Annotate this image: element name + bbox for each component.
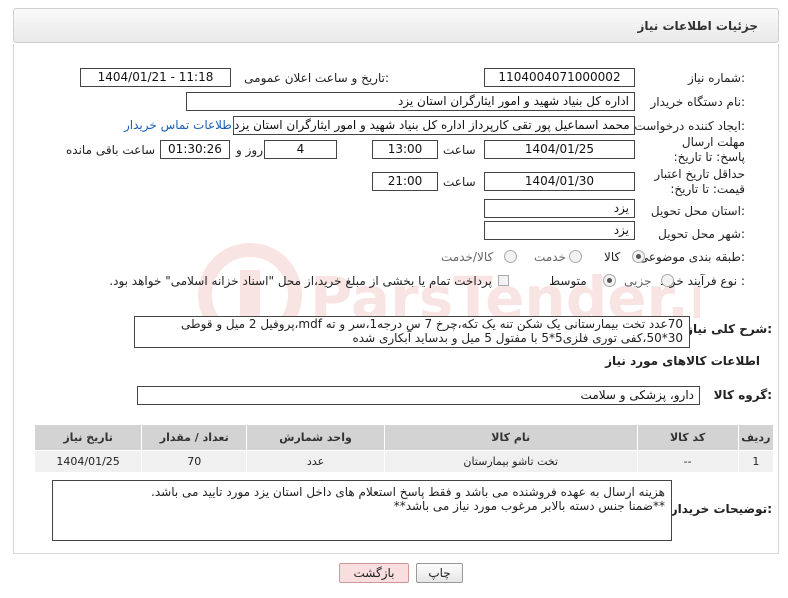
process-option-minor: جزیی (624, 274, 652, 288)
reply-deadline-label: مهلت ارسال پاسخ: تا تاریخ: (673, 135, 745, 164)
goods-group-field: دارو، پزشکی و سلامت (137, 386, 700, 405)
category-option-service: خدمت (534, 250, 566, 264)
page-title: جزئیات اطلاعات نیاز (637, 19, 758, 33)
buyer-notes-label: توضیحات خریدار: (670, 502, 772, 516)
remaining-time-field: 01:30:26 (160, 140, 230, 159)
treasury-checkbox[interactable] (498, 275, 509, 286)
cell-name: تخت تاشو بیمارستان (383, 450, 638, 473)
price-validity-date-field: 1404/01/30 (484, 172, 635, 191)
buyer-contact-link[interactable]: اطلاعات تماس خریدار (124, 118, 235, 132)
process-radio-medium[interactable] (603, 274, 616, 287)
buyer-org-label: نام دستگاه خریدار: (650, 95, 746, 109)
category-label: طبقه بندی موضوعی: (638, 250, 745, 264)
buyer-notes-line-1: هزینه ارسال به عهده فروشنده می باشد و فق… (151, 485, 665, 499)
description-line-1: 70عدد تخت بیمارستانی یک شکن تنه یک تکه،چ… (181, 317, 683, 331)
back-button[interactable]: بازگشت (339, 563, 409, 583)
announce-field: 1404/01/21 - 11:18 (80, 68, 231, 87)
cell-unit: عدد (246, 450, 385, 473)
buyer-org-field: اداره کل بنیاد شهید و امور ایثارگران است… (186, 92, 635, 111)
days-label: روز و (236, 143, 263, 157)
cell-row-number: 1 (737, 450, 775, 473)
price-validity-time-field: 21:00 (372, 172, 438, 191)
description-line-2: 30*50،کفی توری فلزی5*5 با مفتول 5 میل و … (352, 331, 684, 345)
price-validity-time-label: ساعت (443, 175, 476, 189)
col-header-name: نام کالا (383, 424, 638, 451)
buyer-notes-textarea[interactable]: هزینه ارسال به عهده فروشنده می باشد و فق… (52, 480, 672, 541)
remaining-time-label: ساعت باقی مانده (66, 143, 156, 157)
goods-section-title: اطلاعات کالاهای مورد نیاز (605, 354, 760, 368)
process-option-medium: متوسط (549, 274, 587, 288)
category-radio-both[interactable] (504, 250, 517, 263)
remaining-days-field: 4 (264, 140, 337, 159)
category-option-both: کالا/خدمت (441, 250, 494, 264)
col-header-code: کد کالا (636, 424, 739, 451)
category-radio-goods[interactable] (632, 250, 645, 263)
table-row: 1 -- تخت تاشو بیمارستان عدد 70 1404/01/2… (33, 450, 775, 473)
goods-group-label: گروه کالا: (713, 388, 772, 402)
buyer-notes-line-2: **ضمنا جنس دسته بالابر مرغوب مورد نیاز م… (393, 499, 665, 513)
process-radio-minor[interactable] (661, 274, 674, 287)
need-number-field: 1104004071000002 (484, 68, 635, 87)
requester-label: ایجاد کننده درخواست: (634, 119, 745, 133)
col-header-unit: واحد شمارش (246, 424, 385, 451)
category-option-goods: کالا (604, 250, 621, 264)
requester-field: محمد اسماعیل پور تقی کارپرداز اداره کل ب… (233, 116, 635, 135)
city-label: شهر محل تحویل: (658, 227, 745, 241)
reply-time-label: ساعت (443, 143, 476, 157)
print-button[interactable]: چاپ (416, 563, 463, 583)
announce-label: تاریخ و ساعت اعلان عمومی: (244, 71, 389, 85)
province-label: استان محل تحویل: (650, 204, 745, 218)
col-header-qty: تعداد / مقدار (141, 424, 248, 451)
description-label: شرح کلی نیاز: (686, 322, 772, 336)
reply-date-field: 1404/01/25 (484, 140, 635, 159)
reply-time-field: 13:00 (372, 140, 438, 159)
goods-table: ردیف کد کالا نام کالا واحد شمارش تعداد /… (33, 424, 775, 473)
need-number-label: شماره نیاز: (687, 71, 745, 85)
cell-qty: 70 (141, 450, 248, 473)
cell-code: -- (636, 450, 739, 473)
province-field: یزد (484, 199, 635, 218)
col-header-date: تاریخ نیاز (33, 424, 143, 451)
payment-note: پرداخت تمام یا بخشی از مبلغ خرید،از محل … (109, 274, 492, 288)
col-header-row: ردیف (737, 424, 775, 451)
details-header-panel: جزئیات اطلاعات نیاز (13, 8, 779, 43)
price-validity-label: حداقل تاریخ اعتبار قیمت: تا تاریخ: (654, 167, 745, 196)
description-textarea[interactable]: 70عدد تخت بیمارستانی یک شکن تنه یک تکه،چ… (134, 316, 690, 348)
city-field: یزد (484, 221, 635, 240)
category-radio-service[interactable] (569, 250, 582, 263)
cell-date: 1404/01/25 (33, 450, 143, 473)
